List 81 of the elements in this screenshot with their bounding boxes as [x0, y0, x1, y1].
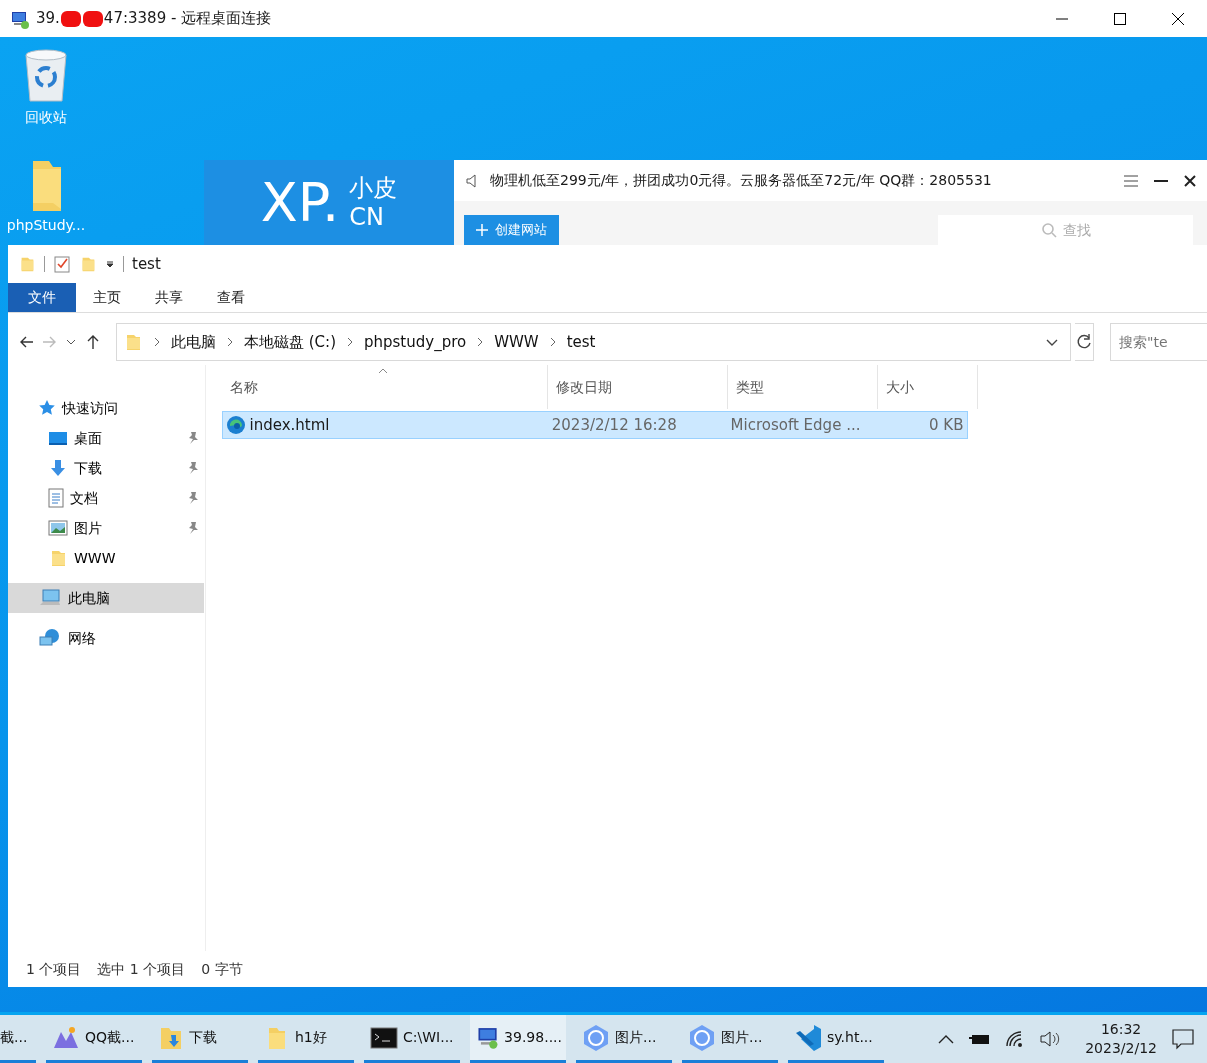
status-text: 1 个项目 [26, 959, 82, 979]
notice-text: 物理机低至299元/年，拼团成功0元得。云服务器低至72元/年 QQ群：2805531 [490, 171, 992, 190]
file-row[interactable]: index.html 2023/2/12 16:28 Microsoft Edge ... 0 KB [222, 411, 968, 439]
hexagon-icon [688, 1023, 716, 1052]
ribbon-tab[interactable]: 共享 [138, 283, 200, 312]
maximize-icon[interactable] [1112, 10, 1128, 27]
network-icon [38, 628, 62, 648]
taskbar-button[interactable]: C:\WI... [364, 1015, 460, 1063]
column-header[interactable]: 名称 [222, 365, 548, 409]
nav-item[interactable]: 桌面 [8, 423, 204, 453]
table-cell-text: 0 KB [928, 414, 965, 436]
nav-item[interactable]: 下载 [8, 453, 204, 483]
volume-icon[interactable] [1039, 1030, 1062, 1048]
chevron-up-icon[interactable] [937, 1033, 956, 1045]
nav-item[interactable]: 快速访问 [8, 393, 204, 423]
taskbar-button[interactable]: sy.ht... [788, 1015, 884, 1063]
sort-caret-icon [378, 367, 388, 375]
caret-icon[interactable] [105, 259, 115, 269]
table-cell-text: Microsoft Edge ... [729, 414, 862, 436]
notification-icon[interactable] [1171, 1028, 1195, 1050]
ribbon-tab[interactable]: 文件 [8, 283, 76, 312]
ribbon-tab[interactable]: 主页 [76, 283, 138, 312]
search-icon [1040, 222, 1057, 238]
chevron-right-icon [346, 337, 354, 347]
chevron-right-icon [476, 337, 485, 347]
nav-item[interactable]: 图片 [8, 513, 204, 543]
monitor-icon [48, 430, 68, 446]
logo-text: CN [349, 202, 385, 232]
logo-text: 小皮 [349, 173, 398, 203]
taskbar-button[interactable]: QQ截... [46, 1015, 142, 1063]
hexagon-icon [582, 1023, 610, 1052]
status-text: 选中 1 个项目 [97, 959, 186, 979]
close-icon[interactable] [1183, 173, 1197, 188]
logo-text: XP. [260, 175, 340, 230]
taskbar-button[interactable]: 下载 [152, 1015, 248, 1063]
taskbar-button[interactable]: 图片... [682, 1015, 778, 1063]
battery-icon[interactable] [969, 1032, 992, 1046]
computer-icon [38, 588, 62, 608]
chevron-right-icon [226, 337, 234, 347]
menu-icon[interactable] [1123, 173, 1139, 188]
chevron-right-icon [548, 337, 557, 347]
status-text: 0 字节 [201, 959, 243, 979]
refresh-icon[interactable] [1075, 333, 1093, 351]
breadcrumb-item[interactable]: WWW [494, 330, 539, 354]
browser-icon [226, 415, 246, 435]
window-title: test [132, 253, 161, 275]
column-header[interactable]: 修改日期 [548, 365, 728, 409]
window-title: 39. 47:3389 - 远程桌面连接 [36, 8, 272, 30]
document-icon [48, 488, 64, 508]
breadcrumb-item[interactable]: 此电脑 [171, 330, 216, 354]
clock[interactable]: 16:32 2023/2/12 [1085, 1020, 1157, 1058]
ribbon-tab[interactable]: 查看 [200, 283, 262, 312]
nav-item[interactable]: 网络 [8, 623, 204, 653]
taskbar-button[interactable]: 截... [0, 1015, 36, 1063]
nav-item[interactable]: 此电脑 [8, 583, 204, 613]
breadcrumb-item[interactable]: phpstudy_pro [364, 330, 467, 354]
column-header[interactable]: 大小 [878, 365, 978, 409]
code-editor-icon [794, 1023, 822, 1052]
properties-icon[interactable] [53, 255, 71, 273]
download-icon [48, 458, 68, 478]
chevron-right-icon [153, 337, 161, 347]
console-icon [370, 1026, 398, 1049]
file-name: index.html [249, 414, 330, 436]
breadcrumb-item[interactable]: 本地磁盘 (C:) [244, 330, 336, 354]
picture-icon [48, 520, 68, 536]
taskbar-button[interactable]: 图片... [576, 1015, 672, 1063]
column-header[interactable]: 类型 [728, 365, 878, 409]
icon-label: phpStudy... [6, 216, 86, 235]
search-field[interactable]: 搜索"te [1110, 323, 1207, 361]
star-icon [38, 399, 56, 417]
mountain-icon [52, 1025, 80, 1050]
nav-item[interactable]: 文档 [8, 483, 204, 513]
breadcrumb-item[interactable]: test [566, 330, 596, 354]
nav-item[interactable]: WWW [8, 543, 204, 573]
taskbar-button[interactable]: h1好 [258, 1015, 354, 1063]
taskbar-button[interactable]: 39.98.... [470, 1015, 566, 1063]
table-cell-text: 2023/2/12 16:28 [550, 414, 678, 436]
close-icon[interactable] [1170, 10, 1186, 27]
icon-label: 回收站 [25, 108, 67, 127]
address-bar[interactable]: 此电脑 本地磁盘 (C:) phpstudy_pro WWW test [116, 323, 1071, 361]
plus-icon [476, 224, 488, 236]
